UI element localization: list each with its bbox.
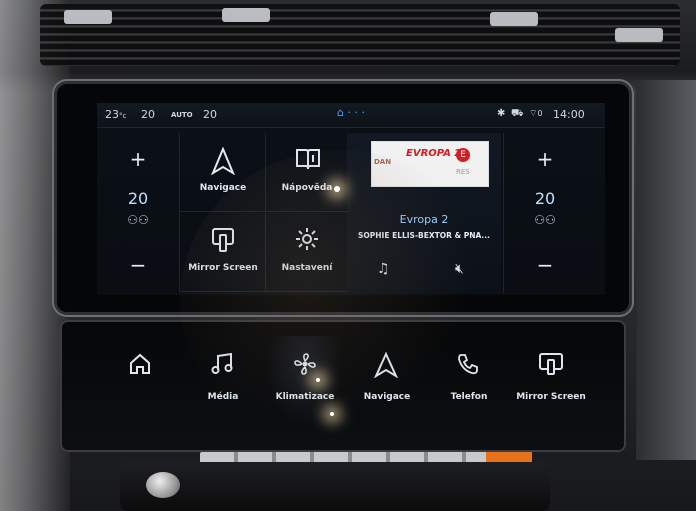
- signal-icon: ⌔0: [529, 109, 543, 119]
- gear-icon: [296, 228, 318, 250]
- mirror-screen-button[interactable]: Mirror Screen: [512, 336, 590, 426]
- auto-climate-label: AUTO: [171, 111, 193, 119]
- fan-icon: [294, 353, 316, 375]
- navigation-arrow-icon: [374, 352, 398, 378]
- home-indicator-icon: ⌂ · · ·: [337, 106, 365, 119]
- status-bar: 23°c 20 AUTO 20 ⌂ · · · ✱ ⛟ ⌔0 14:00: [97, 103, 605, 128]
- shortcut-label: Média: [207, 392, 239, 402]
- phone-icon: [458, 354, 478, 375]
- bluetooth-icon: ✱: [497, 108, 506, 119]
- tile-label: Nastavení: [281, 263, 333, 273]
- passenger-temp-value: 20: [534, 189, 556, 208]
- driver-temp-minus-button[interactable]: −: [97, 253, 179, 277]
- navigation-button[interactable]: Navigace: [348, 336, 426, 426]
- logo-text-right: RES: [456, 168, 470, 176]
- dashboard-trim-right: [636, 80, 696, 460]
- tile-label: Mirror Screen: [188, 263, 258, 273]
- passenger-temp-plus-button[interactable]: +: [504, 147, 586, 171]
- navigation-arrow-icon: [211, 147, 235, 175]
- track-title: SOPHIE ELLIS-BEXTOR & PNA...: [358, 231, 490, 240]
- music-note-icon: [211, 352, 233, 374]
- tile-napoveda[interactable]: Nápověda: [265, 133, 350, 212]
- media-button[interactable]: Média: [184, 336, 262, 426]
- shortcut-label: Navigace: [363, 392, 411, 402]
- tile-nastaveni[interactable]: Nastavení: [265, 213, 350, 292]
- tile-mirror-screen[interactable]: Mirror Screen: [181, 213, 266, 292]
- vent-knob: [490, 12, 538, 26]
- light-flare: [330, 412, 334, 416]
- logo-brand: EVROPA 2: [406, 148, 462, 159]
- home-icon: [130, 353, 150, 374]
- outside-temperature: 23°c: [105, 108, 127, 121]
- shortcut-label: Mirror Screen: [516, 392, 586, 402]
- car-dashboard-photo: 23°c 20 AUTO 20 ⌂ · · · ✱ ⛟ ⌔0 14:00 + 2…: [0, 0, 696, 511]
- shortcut-label: Klimatizace: [275, 392, 335, 402]
- radio-widget[interactable]: DAN EVROPA 2 E RES Evropa 2 SOPHIE ELLIS…: [347, 133, 501, 293]
- passenger-temp-readout: 20: [203, 108, 217, 121]
- vent-knob: [615, 28, 663, 42]
- vent-knob: [64, 10, 112, 24]
- phone-button[interactable]: Telefon: [430, 336, 508, 426]
- air-vent: [40, 4, 680, 66]
- light-flare: [316, 378, 320, 382]
- mute-icon[interactable]: 🔇︎: [455, 261, 464, 277]
- driver-climate-panel: + 20 ⚇⚇ −: [97, 133, 180, 293]
- car-connect-icon: ⛟: [511, 108, 524, 119]
- logo-badge: E: [456, 148, 470, 162]
- driver-temp-readout: 20: [141, 108, 155, 121]
- mirror-screen-icon: [539, 353, 563, 375]
- tile-label: Navigace: [199, 183, 247, 193]
- home-button[interactable]: [102, 336, 180, 426]
- seat-icon: ⚇⚇: [127, 213, 149, 227]
- clock: 14:00: [553, 108, 585, 121]
- station-logo: DAN EVROPA 2 E RES: [371, 141, 489, 187]
- station-name: Evropa 2: [399, 213, 449, 226]
- tile-navigace[interactable]: Navigace: [181, 133, 266, 212]
- logo-text-left: DAN: [374, 158, 392, 166]
- passenger-temp-minus-button[interactable]: −: [504, 253, 586, 277]
- book-help-icon: [296, 149, 320, 170]
- shortcut-label: Telefon: [450, 392, 488, 402]
- driver-temp-plus-button[interactable]: +: [97, 147, 179, 171]
- seat-icon: ⚇⚇: [534, 213, 556, 227]
- mirror-screen-icon: [212, 228, 234, 252]
- light-flare: [334, 186, 340, 192]
- vent-knob: [222, 8, 270, 22]
- passenger-climate-panel: + 20 ⚇⚇ −: [503, 133, 586, 293]
- shortcut-touch-bar: Média Klimatizace Navigace Telefon Mirro…: [62, 322, 624, 450]
- driver-temp-value: 20: [127, 189, 149, 208]
- center-console: [120, 462, 550, 511]
- music-source-icon[interactable]: ♫: [377, 261, 390, 277]
- console-knob: [146, 472, 180, 498]
- infotainment-screen: 23°c 20 AUTO 20 ⌂ · · · ✱ ⛟ ⌔0 14:00 + 2…: [97, 103, 605, 295]
